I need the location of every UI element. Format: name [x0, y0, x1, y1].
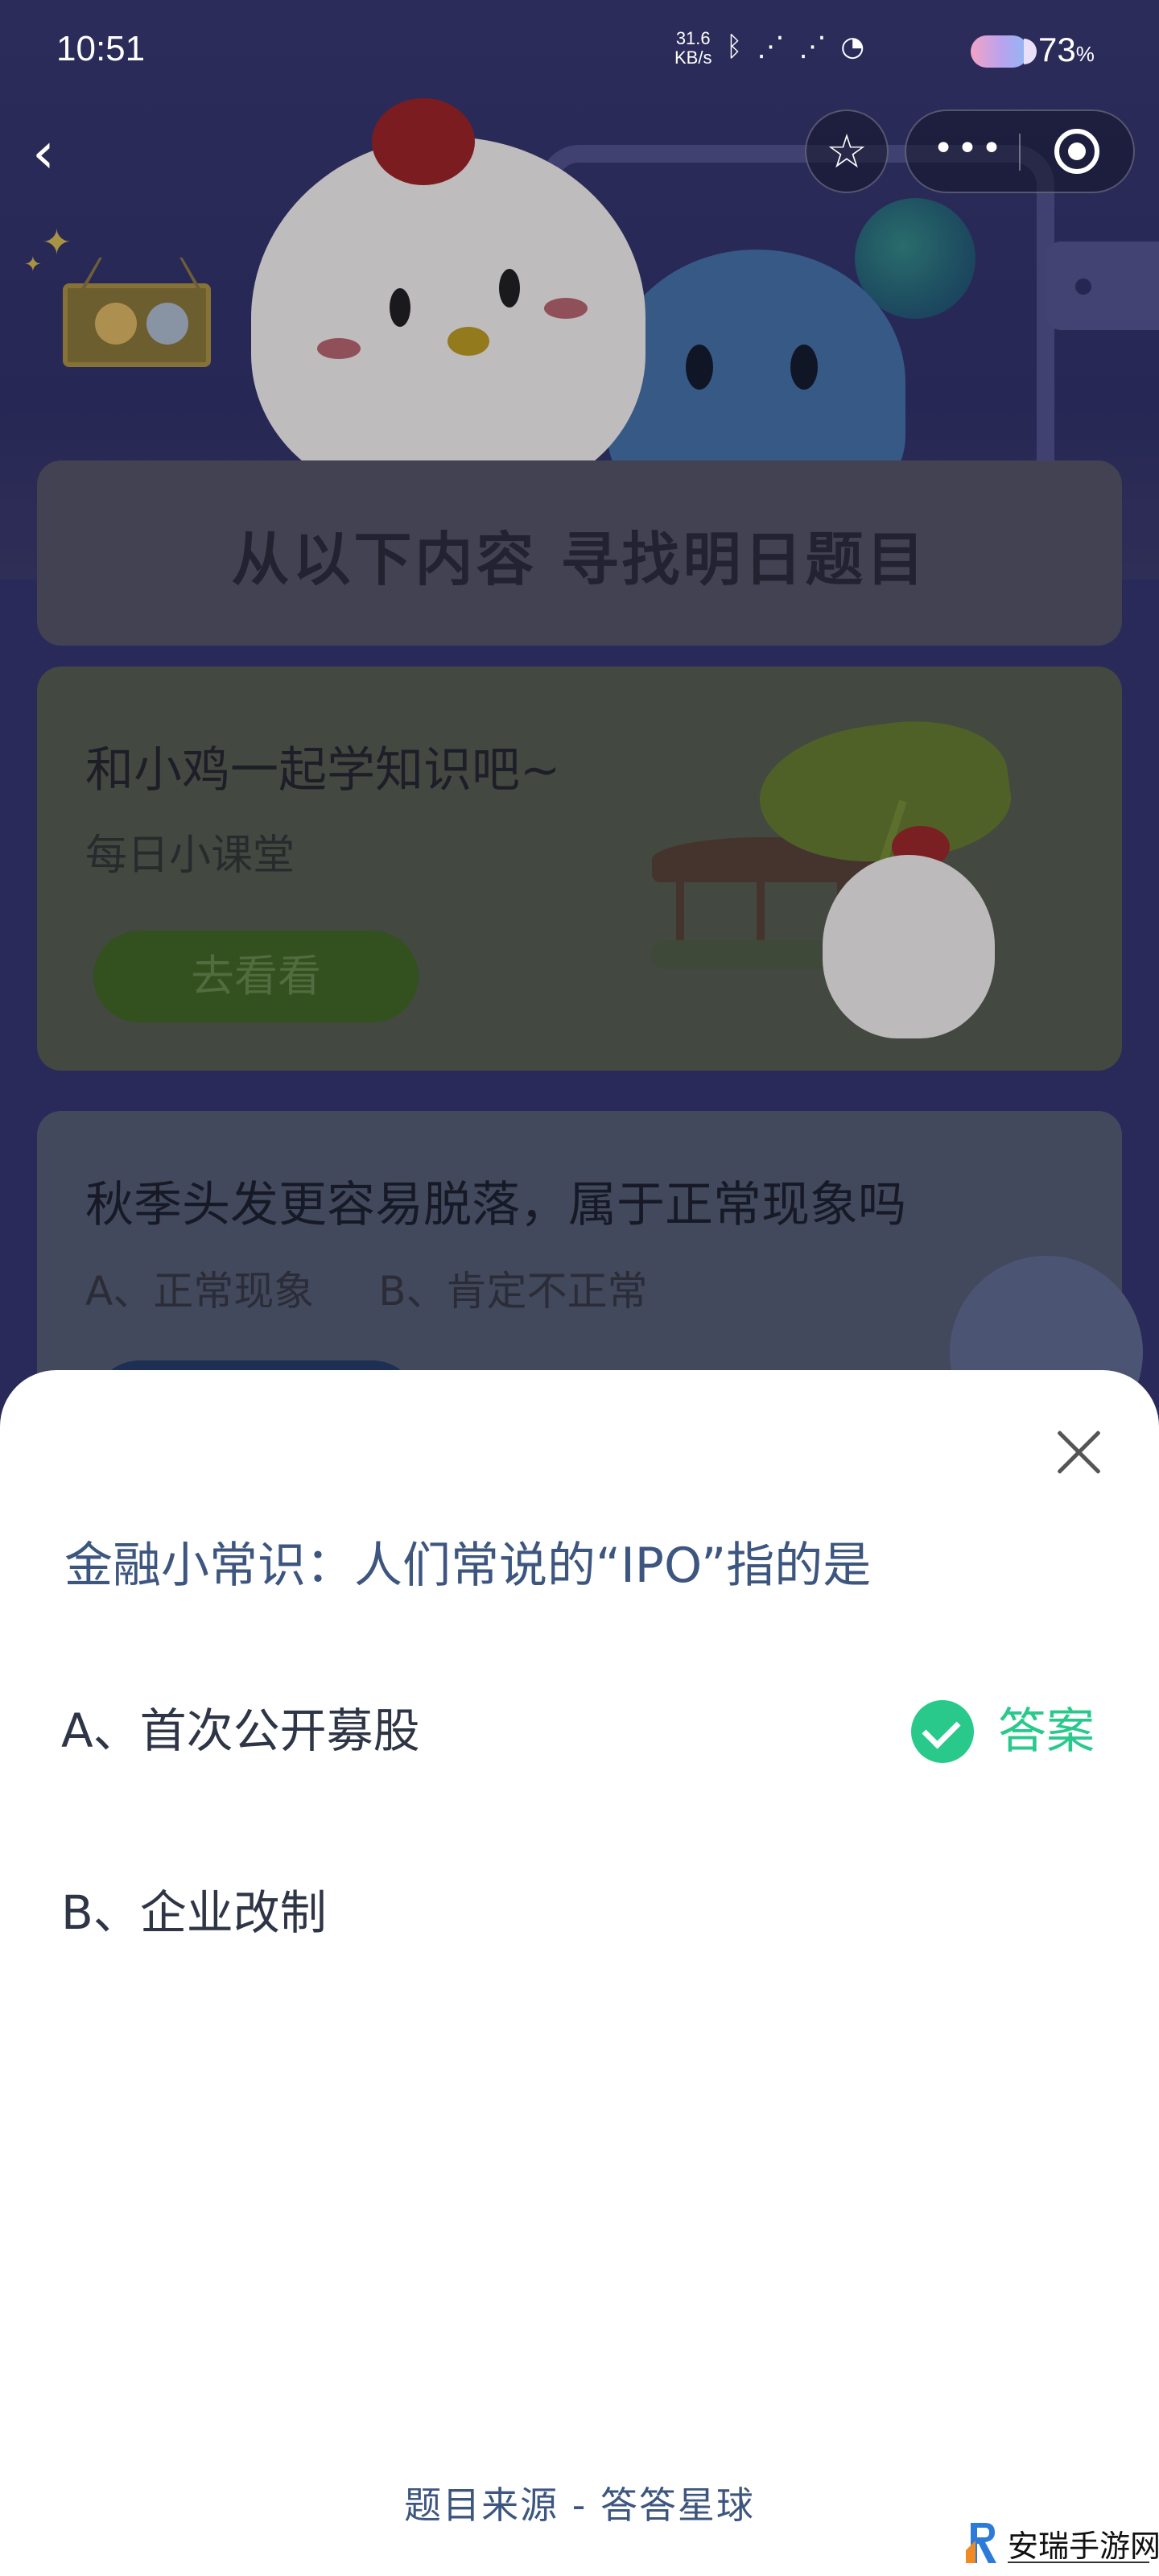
network-speed-unit: KB/s [674, 47, 712, 68]
watermark-text: 安瑞手游网 [1008, 2529, 1159, 2564]
check-circle-icon [911, 1700, 974, 1763]
battery-level: 73% [1038, 31, 1095, 68]
signal-icon: ⋰ [798, 31, 841, 63]
more-dots-icon: ••• [933, 128, 1005, 169]
answer-label: 答案 [998, 1703, 1095, 1760]
status-bar: 10:51 31.6 KB/s ᛒ⋰⋰◔ 73% [0, 0, 1159, 97]
status-icons: ᛒ⋰⋰◔ [726, 31, 879, 63]
watermark: 安瑞手游网 [963, 2515, 1159, 2576]
back-button[interactable]: ‹ [32, 121, 80, 185]
modal-overlay[interactable] [0, 0, 1159, 1449]
bluetooth-icon: ᛒ [726, 31, 757, 63]
capsule-divider [1019, 134, 1021, 171]
watermark-underline [1008, 2562, 1149, 2563]
network-speed: 31.6 KB/s [674, 29, 711, 68]
watermark-logo-icon [966, 2523, 996, 2563]
signal-icon: ⋰ [757, 31, 799, 63]
network-speed-value: 31.6 [675, 28, 711, 48]
background-page: ✦ ✦ 从以下内容 寻找明日题目 和小鸡一起学知识吧~ 每日小课堂 去看看 秋季… [0, 0, 1159, 1449]
battery-icon [971, 35, 1037, 68]
close-icon[interactable] [1050, 1423, 1107, 1481]
wifi-icon: ◔ [840, 31, 880, 63]
status-time: 10:51 [56, 29, 146, 68]
star-icon: ☆ [826, 124, 868, 179]
chevron-left-icon: ‹ [32, 120, 55, 186]
option-b[interactable]: B、企业改制 [61, 1864, 1098, 1961]
question-text: 金融小常识：人们常说的“IPO”指的是 [64, 1538, 872, 1594]
more-button[interactable]: ••• [926, 113, 1013, 190]
close-mini-program-button[interactable] [1054, 129, 1099, 174]
favorite-button[interactable]: ☆ [805, 109, 889, 193]
